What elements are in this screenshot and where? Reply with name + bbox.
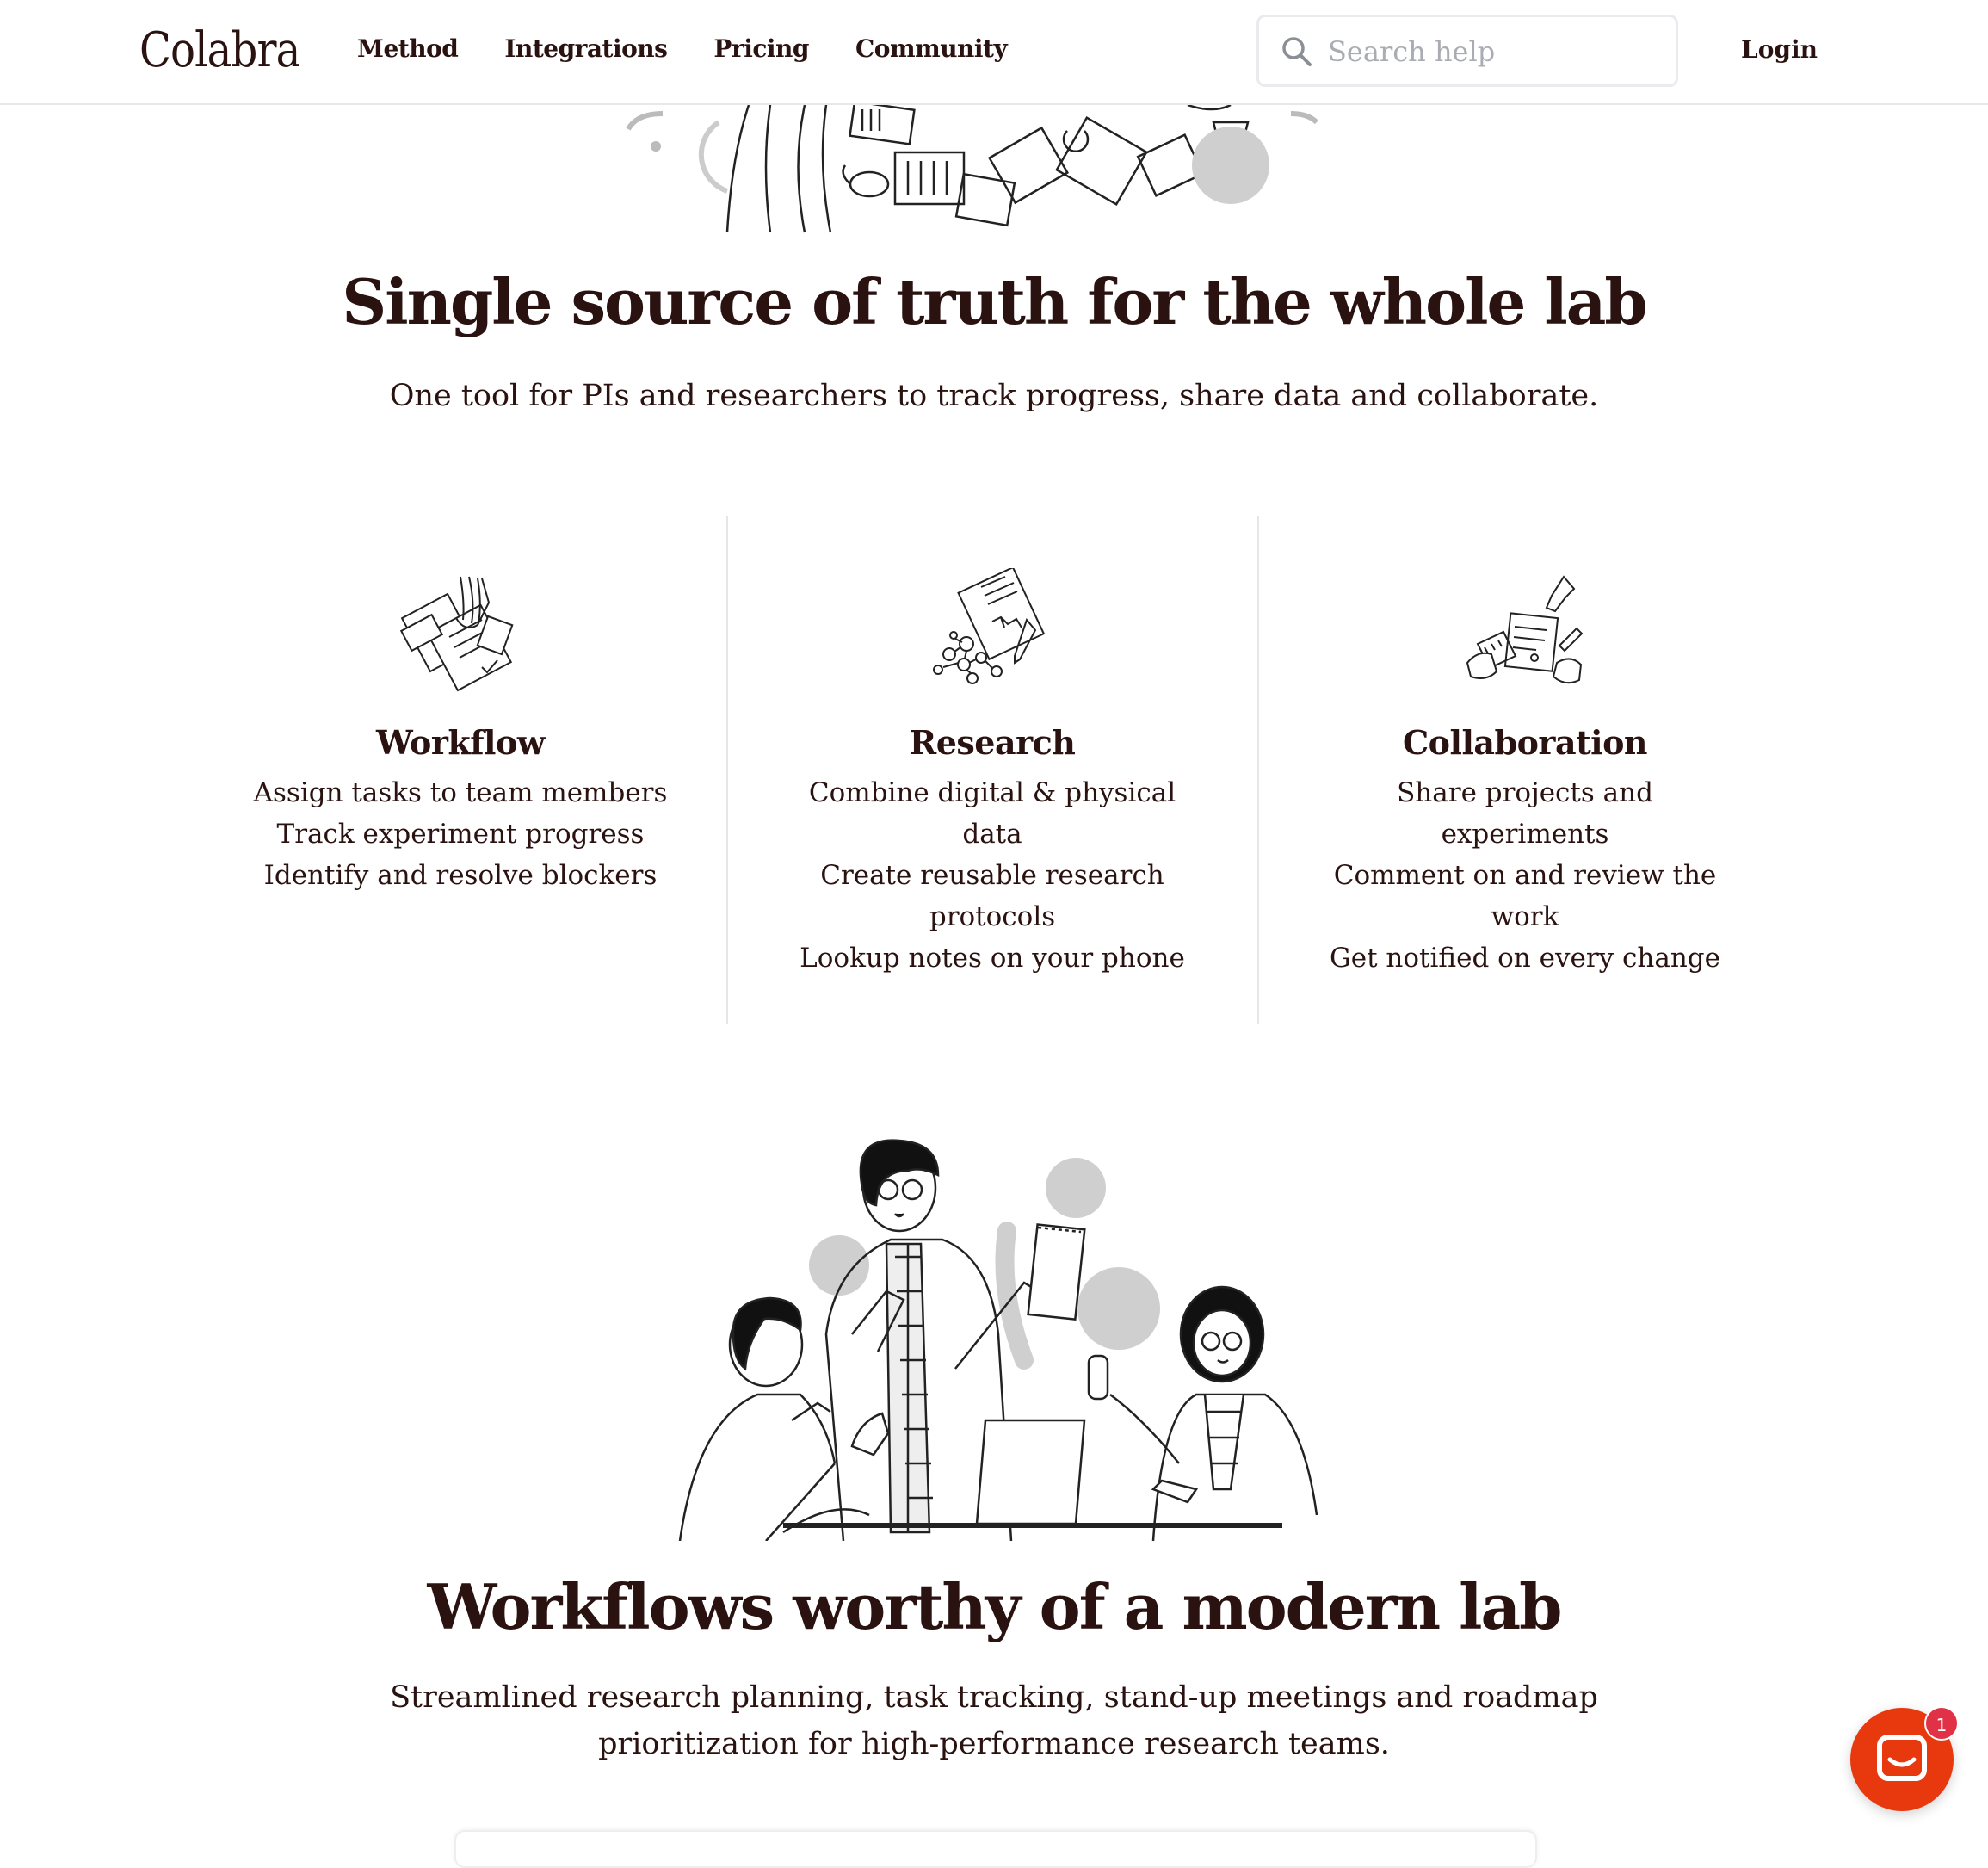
top-navbar: Colabra Method Integrations Pricing Comm… bbox=[0, 0, 1988, 105]
chat-icon bbox=[1877, 1735, 1927, 1781]
feature-line: Combine digital & physical data bbox=[808, 777, 1176, 850]
feature-research: Research Combine digital & physical data… bbox=[725, 568, 1259, 979]
collaboration-illustration-icon bbox=[1466, 575, 1584, 684]
hero-subtitle: One tool for PIs and researchers to trac… bbox=[389, 379, 1599, 413]
feature-title: Research bbox=[909, 723, 1076, 762]
research-illustration-icon bbox=[933, 568, 1046, 684]
product-preview-card bbox=[454, 1830, 1537, 1868]
feature-line: Assign tasks to team members bbox=[253, 777, 668, 808]
nav-community-link[interactable]: Community bbox=[855, 34, 1008, 63]
colabra-logo[interactable]: Colabra bbox=[139, 22, 300, 78]
hero-title: Single source of truth for the whole lab bbox=[342, 265, 1648, 338]
login-link[interactable]: Login bbox=[1741, 35, 1818, 64]
section-subtitle-line: Streamlined research planning, task trac… bbox=[390, 1680, 1598, 1715]
section-title: Workflows worthy of a modern lab bbox=[427, 1570, 1562, 1643]
notification-badge: 1 bbox=[1924, 1706, 1959, 1741]
nav-pricing-link[interactable]: Pricing bbox=[713, 34, 809, 63]
feature-line: Track experiment progress bbox=[276, 819, 645, 850]
feature-line: Lookup notes on your phone bbox=[800, 943, 1185, 974]
feature-line: Share projects and experiments bbox=[1397, 777, 1653, 850]
feature-workflow: Workflow Assign tasks to team members Tr… bbox=[194, 568, 727, 896]
feature-line: Identify and resolve blockers bbox=[263, 860, 658, 891]
search-placeholder: Search help bbox=[1328, 35, 1496, 68]
section-subtitle: Streamlined research planning, task trac… bbox=[0, 1674, 1988, 1767]
section-subtitle-line: prioritization for high-performance rese… bbox=[598, 1727, 1390, 1761]
search-input[interactable]: Search help bbox=[1256, 15, 1678, 87]
feature-collaboration: Collaboration Share projects and experim… bbox=[1258, 568, 1792, 979]
workflow-illustration-icon bbox=[399, 576, 514, 692]
main-nav: Method Integrations Pricing Community bbox=[357, 34, 1008, 63]
feature-line: Comment on and review the work bbox=[1333, 860, 1717, 932]
lab-team-illustration bbox=[678, 1139, 1318, 1541]
feature-title: Collaboration bbox=[1402, 723, 1648, 762]
feature-line: Create reusable research protocols bbox=[820, 860, 1164, 932]
search-icon bbox=[1282, 37, 1312, 66]
feature-title: Workflow bbox=[375, 723, 546, 762]
feature-line: Get notified on every change bbox=[1330, 943, 1720, 974]
nav-method-link[interactable]: Method bbox=[357, 34, 459, 63]
nav-integrations-link[interactable]: Integrations bbox=[504, 34, 668, 63]
lab-papers-illustration bbox=[626, 105, 1319, 233]
